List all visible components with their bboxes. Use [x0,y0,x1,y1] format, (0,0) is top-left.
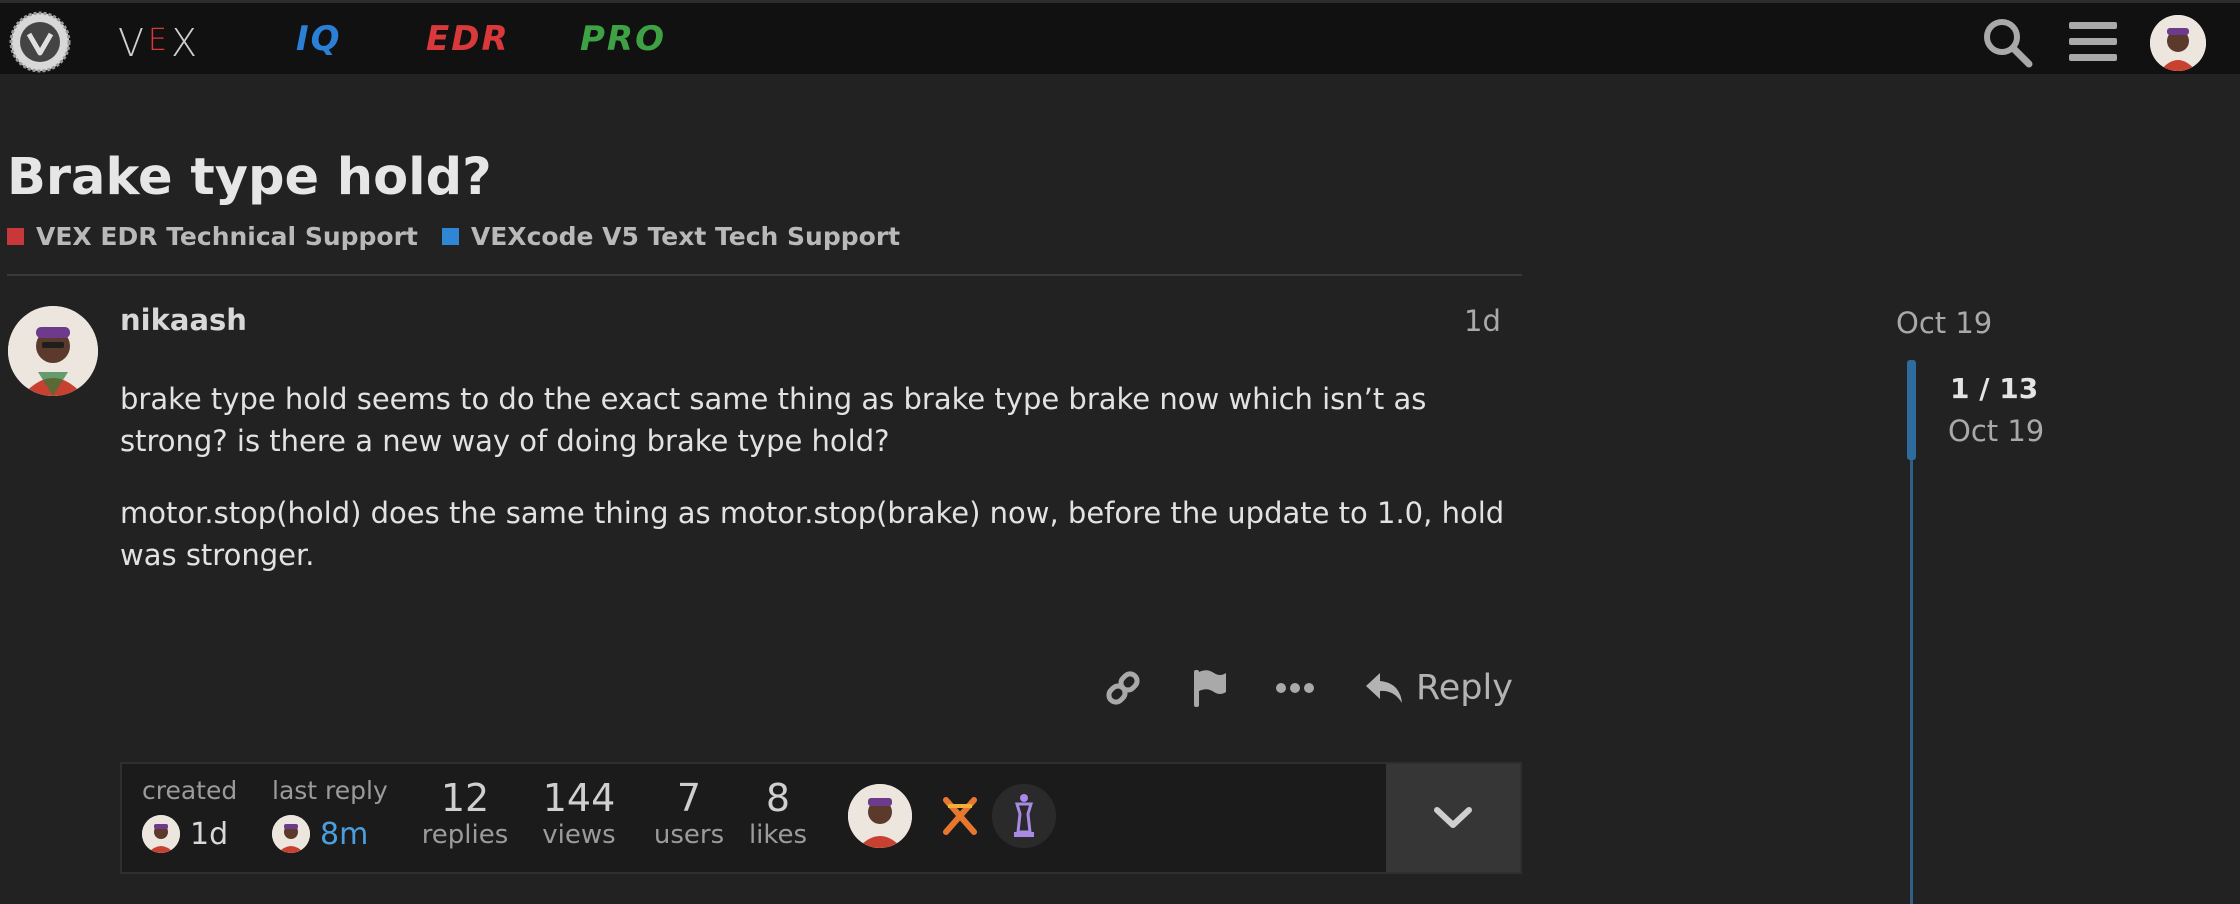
vex-iq-link[interactable]: IQ [296,19,342,59]
last-reply-label: last reply [272,776,388,805]
stat-likes: 8 likes [738,776,818,850]
post-date[interactable]: 1d [1464,304,1501,338]
timeline-position: 1 / 13 [1950,372,2039,405]
category-label: VEXcode V5 Text Tech Support [470,222,901,251]
last-reply-value: 8m [320,816,369,852]
timeline-handle[interactable] [1907,360,1916,460]
expand-topic-map-button[interactable] [1386,764,1520,872]
stat-label: views [542,820,616,850]
chevron-down-icon [1434,807,1472,828]
last-replier-avatar [272,815,310,853]
title-divider [7,274,1522,276]
stat-value: 12 [440,776,490,820]
stat-users: 7 users [644,776,734,850]
stat-label: replies [421,820,509,850]
topic-map: created 1d last reply 8m 12 replies 144 … [120,762,1522,874]
post-controls: Reply [1090,660,1513,716]
topic-title[interactable]: Brake type hold? [7,148,492,207]
hamburger-menu-icon [2069,22,2117,61]
stat-label: likes [748,820,808,850]
topic-last-reply[interactable]: last reply 8m [272,776,388,853]
show-more-button[interactable] [1262,660,1328,716]
share-link-button[interactable] [1090,660,1156,716]
participant-avatar-3[interactable] [992,784,1056,848]
site-header: VEX IQ EDR PRO [0,0,2240,74]
search-button[interactable] [1980,15,2034,69]
topic-created[interactable]: created 1d [142,776,237,853]
stat-replies: 12 replies [420,776,510,850]
post-paragraph: motor.stop(hold) does the same thing as … [120,496,1505,572]
reply-button[interactable]: Reply [1364,668,1513,708]
vex-brand-e: E [148,23,171,58]
vex-brand-x: X [170,21,202,65]
vex-brand-v: V [118,21,148,65]
category-color-badge [441,228,459,245]
vex-edr-link[interactable]: EDR [426,19,510,59]
category-label: VEX EDR Technical Support [36,222,418,251]
created-value: 1d [190,816,229,852]
flag-icon [1194,670,1226,707]
stat-value: 7 [676,776,702,820]
current-user-avatar[interactable] [2150,15,2206,71]
post-author-avatar[interactable] [8,306,98,396]
post-body: brake type hold seems to do the exact sa… [120,378,1520,606]
participant-avatar-2[interactable] [928,784,992,848]
timeline-start-date[interactable]: Oct 19 [1896,306,1992,340]
stat-label: users [653,820,725,850]
link-icon [1106,671,1140,705]
stat-value: 144 [542,776,616,820]
participant-avatar-nikaash[interactable] [848,784,912,848]
more-icon [1276,683,1314,693]
vex-pro-link[interactable]: PRO [580,19,666,59]
reply-label: Reply [1416,668,1513,708]
topic-categories: VEX EDR Technical Support VEXcode V5 Tex… [7,222,900,251]
vex-forum-logo-icon[interactable] [9,11,71,73]
creator-avatar [142,815,180,853]
stat-views: 144 views [534,776,624,850]
search-icon [1984,19,2033,68]
reply-arrow-icon [1366,673,1402,703]
category-vexcode-v5-text-tech-support[interactable]: VEXcode V5 Text Tech Support [441,222,901,251]
created-label: created [142,776,238,805]
timeline-position-date: Oct 19 [1948,414,2045,448]
post-paragraph: brake type hold seems to do the exact sa… [120,382,1427,458]
post-author-username[interactable]: nikaash [120,303,247,337]
hamburger-menu-button[interactable] [2066,15,2120,69]
stat-value: 8 [765,776,791,820]
category-vex-edr-technical-support[interactable]: VEX EDR Technical Support [7,222,418,251]
flag-button[interactable] [1176,660,1242,716]
vex-brand-link[interactable]: VEX [118,21,201,65]
category-color-badge [7,228,24,245]
